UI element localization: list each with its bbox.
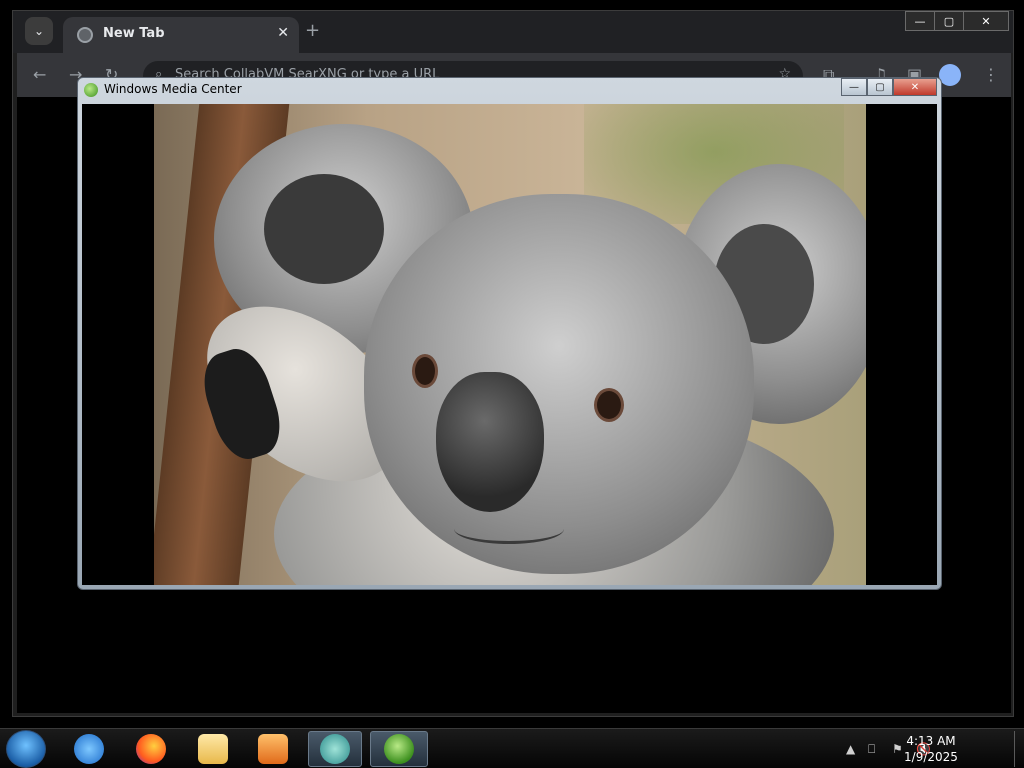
tab-close-button[interactable]: ✕ <box>277 25 289 41</box>
globe-icon <box>77 27 93 43</box>
koala-nose <box>436 372 544 512</box>
clock-date[interactable]: 1/9/2025 <box>896 750 966 764</box>
show-desktop-button[interactable] <box>1014 731 1024 767</box>
start-button[interactable] <box>6 730 46 768</box>
desktop: ⌄ New Tab ✕ + — ▢ ✕ ← → ↻ ⌕ Search Colla… <box>0 0 1024 768</box>
koala-eye-left <box>412 354 438 388</box>
koala-ear-left-inner <box>264 174 384 284</box>
browser-close-button[interactable]: ✕ <box>963 11 1009 31</box>
profile-avatar-icon[interactable] <box>939 64 961 86</box>
koala-eye-right <box>594 388 624 422</box>
chrome-taskbar-button[interactable] <box>308 731 362 767</box>
network-icon[interactable]: ⎕ <box>868 742 882 756</box>
back-icon[interactable]: ← <box>33 65 46 84</box>
media-center-logo-icon <box>84 83 98 97</box>
taskbar: ▲ ⎕ ⚑ 🔇 4:13 AM 1/9/2025 <box>0 728 1024 768</box>
firefox-button[interactable] <box>124 731 178 767</box>
close-button[interactable]: ✕ <box>893 78 937 96</box>
window-controls: — ▢ ✕ <box>841 78 937 96</box>
tab-search-button[interactable]: ⌄ <box>25 17 53 45</box>
koala-mouth <box>454 514 564 544</box>
tab-new-tab[interactable]: New Tab ✕ <box>63 17 299 53</box>
media-center-taskbar-button[interactable] <box>370 731 428 767</box>
internet-explorer-icon <box>74 734 104 764</box>
media-center-content[interactable] <box>82 104 937 585</box>
new-tab-button[interactable]: + <box>305 21 320 41</box>
tab-strip: ⌄ New Tab ✕ + — ▢ ✕ <box>13 11 1013 53</box>
window-title: Windows Media Center <box>104 82 242 96</box>
internet-explorer-button[interactable] <box>62 731 116 767</box>
maximize-button[interactable]: ▢ <box>867 78 893 96</box>
browser-minimize-button[interactable]: — <box>905 11 935 31</box>
file-explorer-button[interactable] <box>186 731 240 767</box>
media-center-window: Windows Media Center — ▢ ✕ <box>77 77 942 590</box>
clock-time[interactable]: 4:13 AM <box>896 734 966 748</box>
file-explorer-icon <box>198 734 228 764</box>
tab-title: New Tab <box>103 26 165 41</box>
chrome-taskbar-icon <box>320 734 350 764</box>
minimize-button[interactable]: — <box>841 78 867 96</box>
media-player-icon <box>258 734 288 764</box>
media-center-taskbar-icon <box>384 734 414 764</box>
browser-maximize-button[interactable]: ▢ <box>934 11 964 31</box>
chevron-down-icon: ⌄ <box>33 24 45 38</box>
more-options-icon[interactable]: ⋮ <box>983 65 999 84</box>
firefox-icon <box>136 734 166 764</box>
media-player-button[interactable] <box>246 731 300 767</box>
show-hidden-icons-arrow[interactable]: ▲ <box>846 742 860 756</box>
koala-photo[interactable] <box>154 104 866 585</box>
